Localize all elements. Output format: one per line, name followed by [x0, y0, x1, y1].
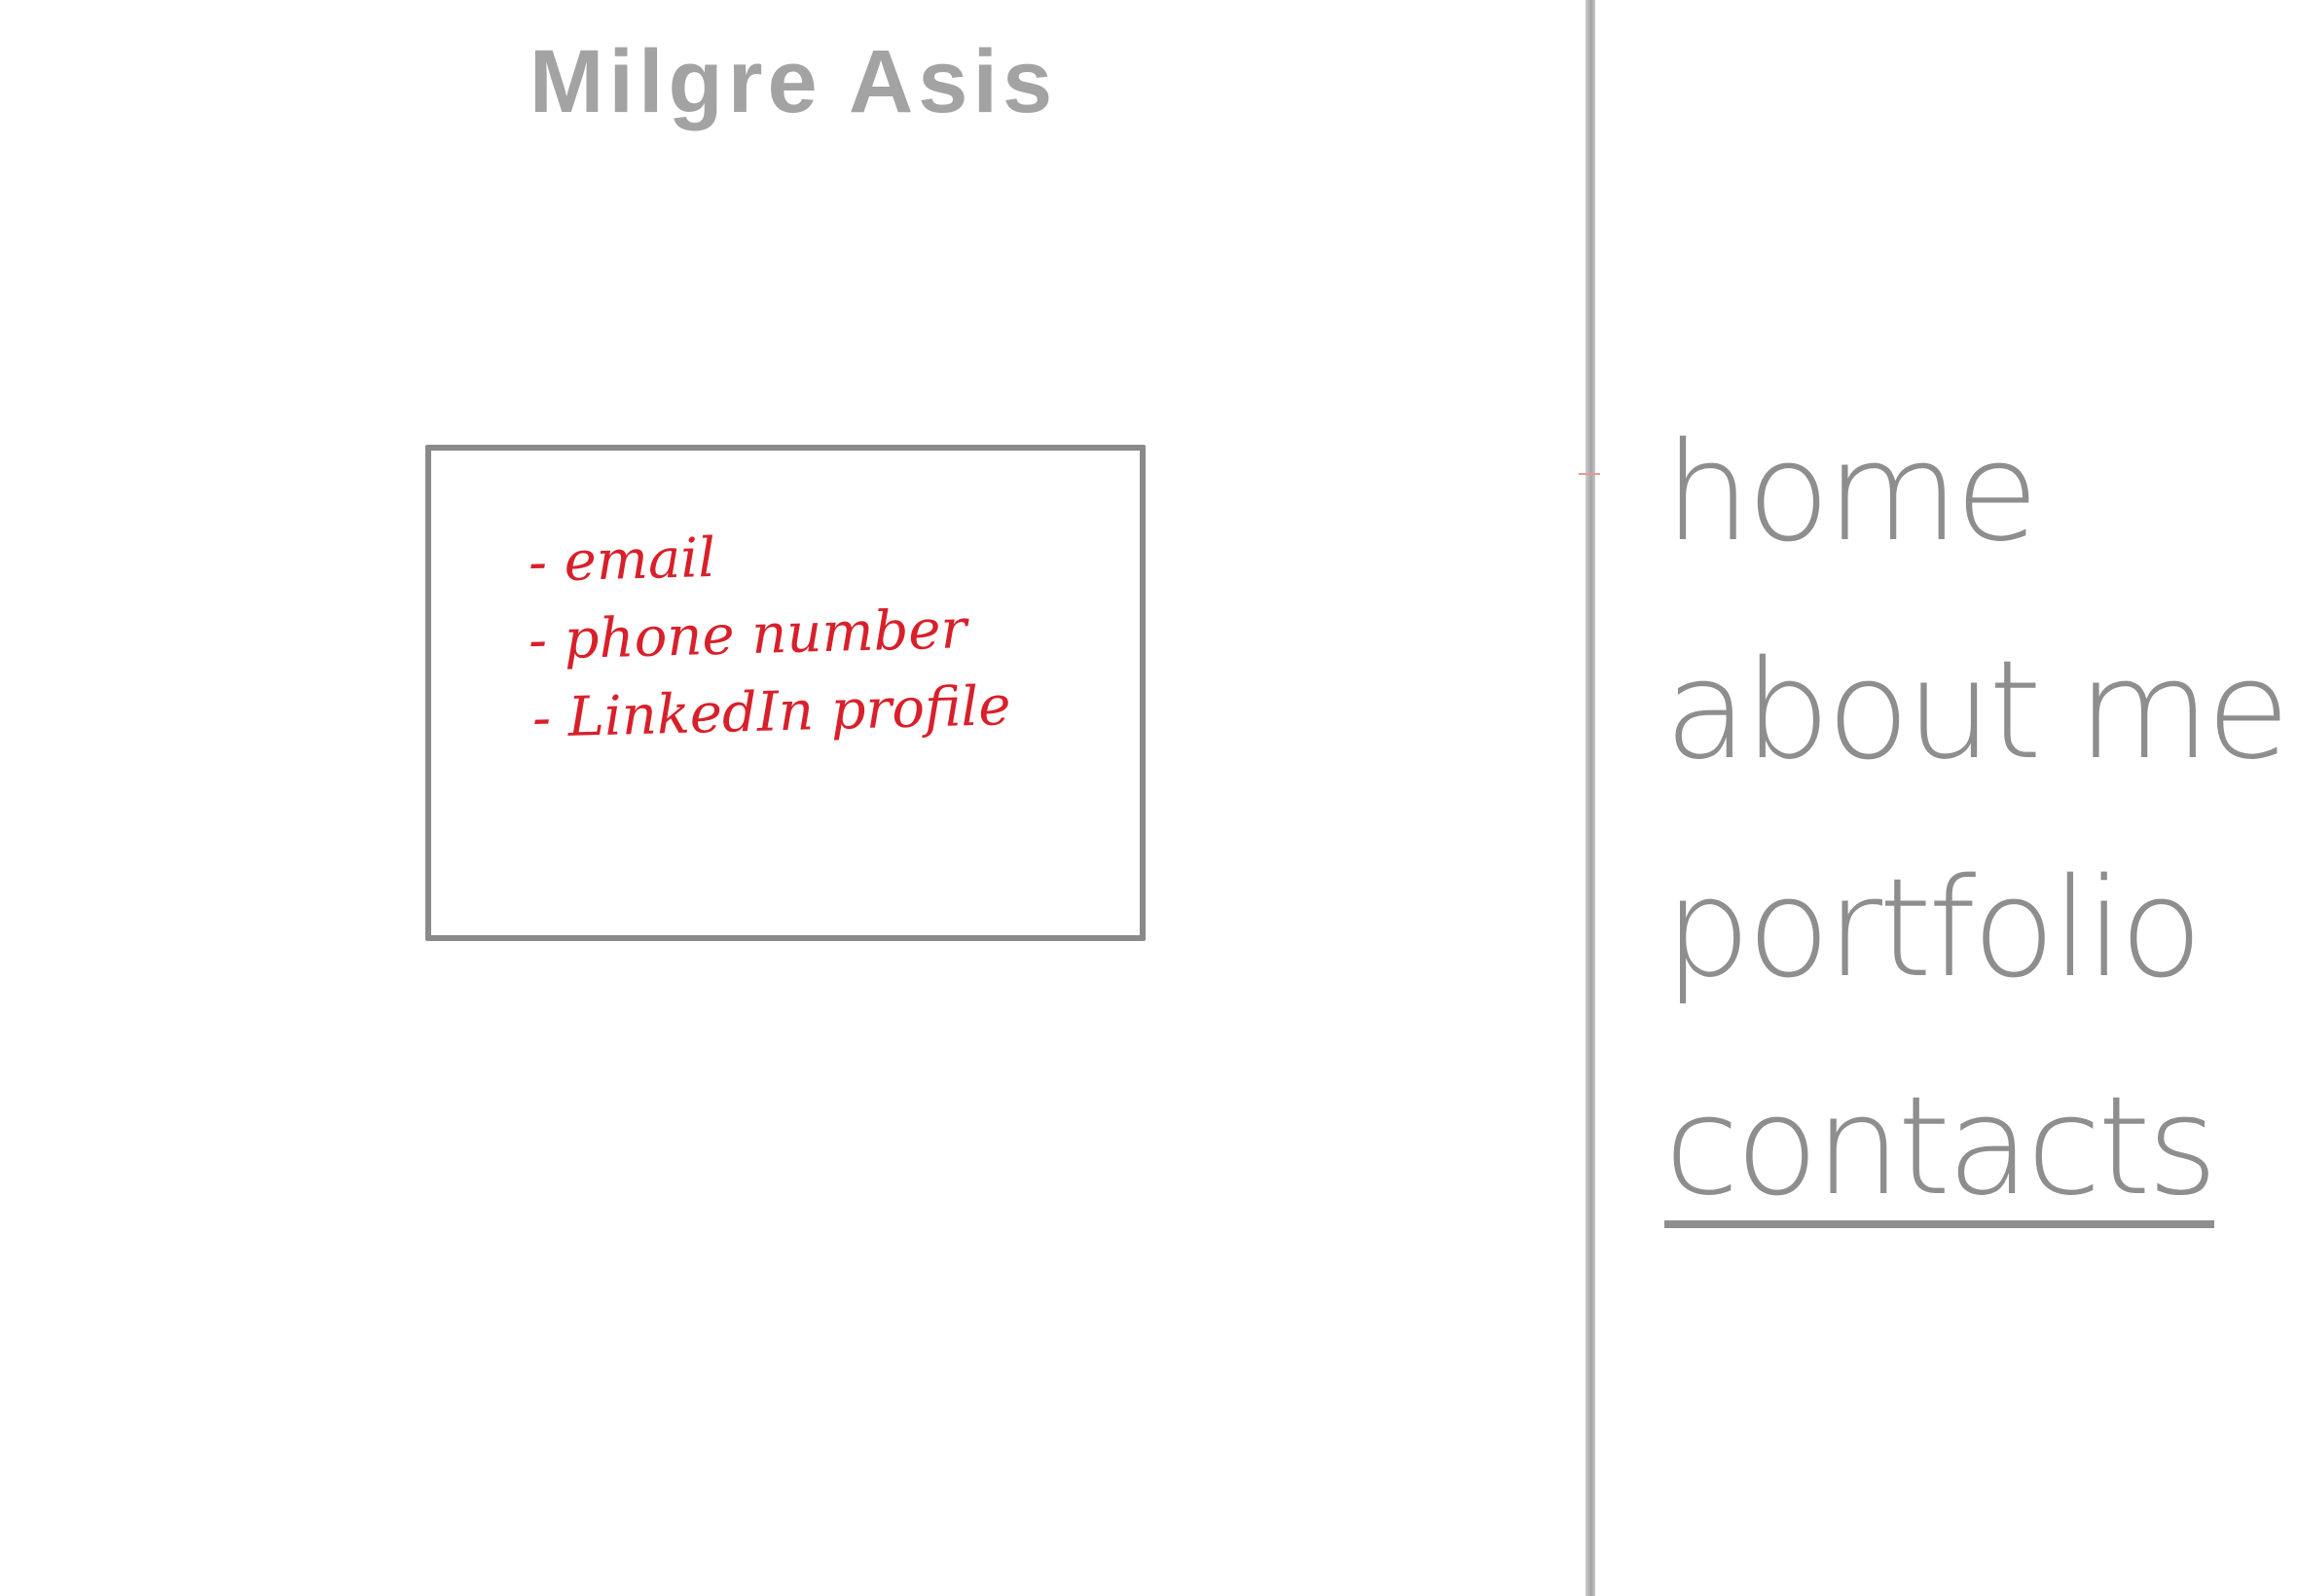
- vertical-divider: [1586, 0, 1595, 1596]
- nav-item-label: contacts: [1664, 1068, 2218, 1228]
- nav-item-label: about me: [1664, 632, 2290, 790]
- divider-mark: [1579, 473, 1600, 475]
- contact-info-box: - email - phone number - LinkedIn profil…: [425, 445, 1146, 941]
- contact-item-email: - email: [528, 526, 716, 595]
- contact-info-list: - email - phone number - LinkedIn profil…: [528, 525, 1012, 758]
- nav-item-home[interactable]: home: [1664, 384, 2268, 602]
- contact-item-phone: - phone number: [528, 598, 968, 672]
- contact-item-linkedin: - LinkedIn profile: [531, 674, 1012, 750]
- site-title: Milgre Asis: [529, 32, 1058, 131]
- nav-item-about-me[interactable]: about me: [1664, 602, 2290, 820]
- nav-item-label: portfolio: [1664, 850, 2203, 1008]
- nav-item-label: home: [1664, 414, 2039, 572]
- nav-item-portfolio[interactable]: portfolio: [1664, 820, 2268, 1038]
- nav-item-contacts[interactable]: contacts: [1664, 1038, 2268, 1256]
- main-nav: home about me portfolio contacts: [1664, 384, 2290, 1256]
